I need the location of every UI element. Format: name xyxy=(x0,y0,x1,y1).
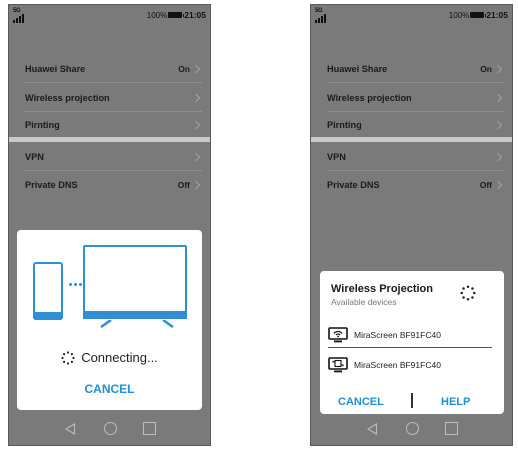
settings-item-label: VPN xyxy=(327,151,346,162)
recent-apps-icon[interactable] xyxy=(445,422,458,435)
clock: 21:05 xyxy=(486,10,508,20)
section-divider xyxy=(311,137,512,142)
chevron-right-icon xyxy=(493,93,503,102)
battery-percent: 100% xyxy=(448,10,470,20)
wireless-projection-dialog: Wireless Projection Available devices Mi… xyxy=(320,271,504,414)
chevron-right-icon xyxy=(493,64,503,73)
settings-item-label: Private DNS xyxy=(327,180,380,190)
settings-item-wireless-projection[interactable]: Wireless projection xyxy=(327,84,504,112)
chevron-right-icon xyxy=(191,93,201,102)
spinner-icon xyxy=(460,285,476,301)
phone-illustration-icon xyxy=(33,262,63,320)
device-name: MiraScreen BF91FC40 xyxy=(354,330,441,340)
settings-item-value: On xyxy=(178,63,190,74)
connecting-status: Connecting... xyxy=(81,350,158,365)
settings-item-label: Pirnting xyxy=(327,120,362,130)
dialog-subtitle: Available devices xyxy=(331,297,397,307)
chevron-right-icon xyxy=(493,180,503,190)
settings-item-label: Pirnting xyxy=(25,120,60,130)
dots-icon xyxy=(69,283,82,286)
device-item[interactable]: MiraScreen BF91FC40 xyxy=(328,323,492,348)
chevron-right-icon xyxy=(493,152,503,161)
button-separator xyxy=(411,393,413,408)
settings-item-vpn[interactable]: VPN xyxy=(25,143,202,171)
tv-stand-icon xyxy=(97,320,177,328)
settings-item-private-dns[interactable]: Private DNS Off xyxy=(25,171,202,199)
settings-item-printing[interactable]: Pirnting xyxy=(25,111,202,139)
phone-screen-projection: 5G 100% 21:05 Huawei Share On Wireless p… xyxy=(310,4,513,446)
chevron-right-icon xyxy=(191,120,201,130)
signal-icon: 5G xyxy=(13,8,35,23)
dialog-title: Wireless Projection xyxy=(331,283,433,295)
back-icon[interactable] xyxy=(367,423,377,435)
settings-item-label: Wireless projection xyxy=(25,92,110,103)
battery-icon xyxy=(470,12,487,18)
settings-item-huawei-share[interactable]: Huawei Share On xyxy=(25,55,202,83)
chevron-right-icon xyxy=(493,120,503,130)
cancel-button[interactable]: CANCEL xyxy=(338,396,384,408)
section-divider xyxy=(9,137,210,142)
spinner-icon xyxy=(61,350,75,365)
settings-item-value: Off xyxy=(177,180,190,190)
help-button[interactable]: HELP xyxy=(441,396,470,408)
device-item[interactable]: MiraScreen BF91FC40 xyxy=(328,353,492,377)
connecting-dialog: Connecting... CANCEL xyxy=(17,230,202,410)
settings-item-wireless-projection[interactable]: Wireless projection xyxy=(25,84,202,112)
home-icon[interactable] xyxy=(104,422,117,435)
dialog-actions: CANCEL HELP xyxy=(320,393,504,409)
settings-item-label: Private DNS xyxy=(25,180,78,190)
settings-item-value: Off xyxy=(479,180,492,190)
signal-icon: 5G xyxy=(315,8,337,23)
settings-item-label: Huawei Share xyxy=(327,63,388,74)
home-icon[interactable] xyxy=(406,422,419,435)
settings-item-label: Wireless projection xyxy=(327,92,412,103)
status-bar: 5G 100% 21:05 xyxy=(311,5,512,27)
back-icon[interactable] xyxy=(65,423,75,435)
settings-item-label: Huawei Share xyxy=(25,63,86,74)
cancel-button[interactable]: CANCEL xyxy=(17,382,202,396)
settings-item-printing[interactable]: Pirnting xyxy=(327,111,504,139)
settings-item-label: VPN xyxy=(25,151,44,162)
phone-screen-connecting: 5G 100% 21:05 Huawei Share On Wireless p… xyxy=(8,4,211,446)
settings-item-huawei-share[interactable]: Huawei Share On xyxy=(327,55,504,83)
display-device-icon xyxy=(328,327,348,343)
tv-illustration-icon xyxy=(83,245,187,319)
screen-mirror-icon xyxy=(328,357,348,373)
navigation-bar xyxy=(9,413,210,445)
chevron-right-icon xyxy=(191,180,201,190)
chevron-right-icon xyxy=(191,152,201,161)
device-name: MiraScreen BF91FC40 xyxy=(354,360,441,370)
settings-item-vpn[interactable]: VPN xyxy=(327,143,504,171)
status-bar: 5G 100% 21:05 xyxy=(9,5,210,27)
navigation-bar xyxy=(311,413,512,445)
battery-percent: 100% xyxy=(146,10,168,20)
settings-item-private-dns[interactable]: Private DNS Off xyxy=(327,171,504,199)
chevron-right-icon xyxy=(191,64,201,73)
recent-apps-icon[interactable] xyxy=(143,422,156,435)
settings-item-value: On xyxy=(480,63,492,74)
battery-icon xyxy=(168,12,185,18)
clock: 21:05 xyxy=(184,10,206,20)
